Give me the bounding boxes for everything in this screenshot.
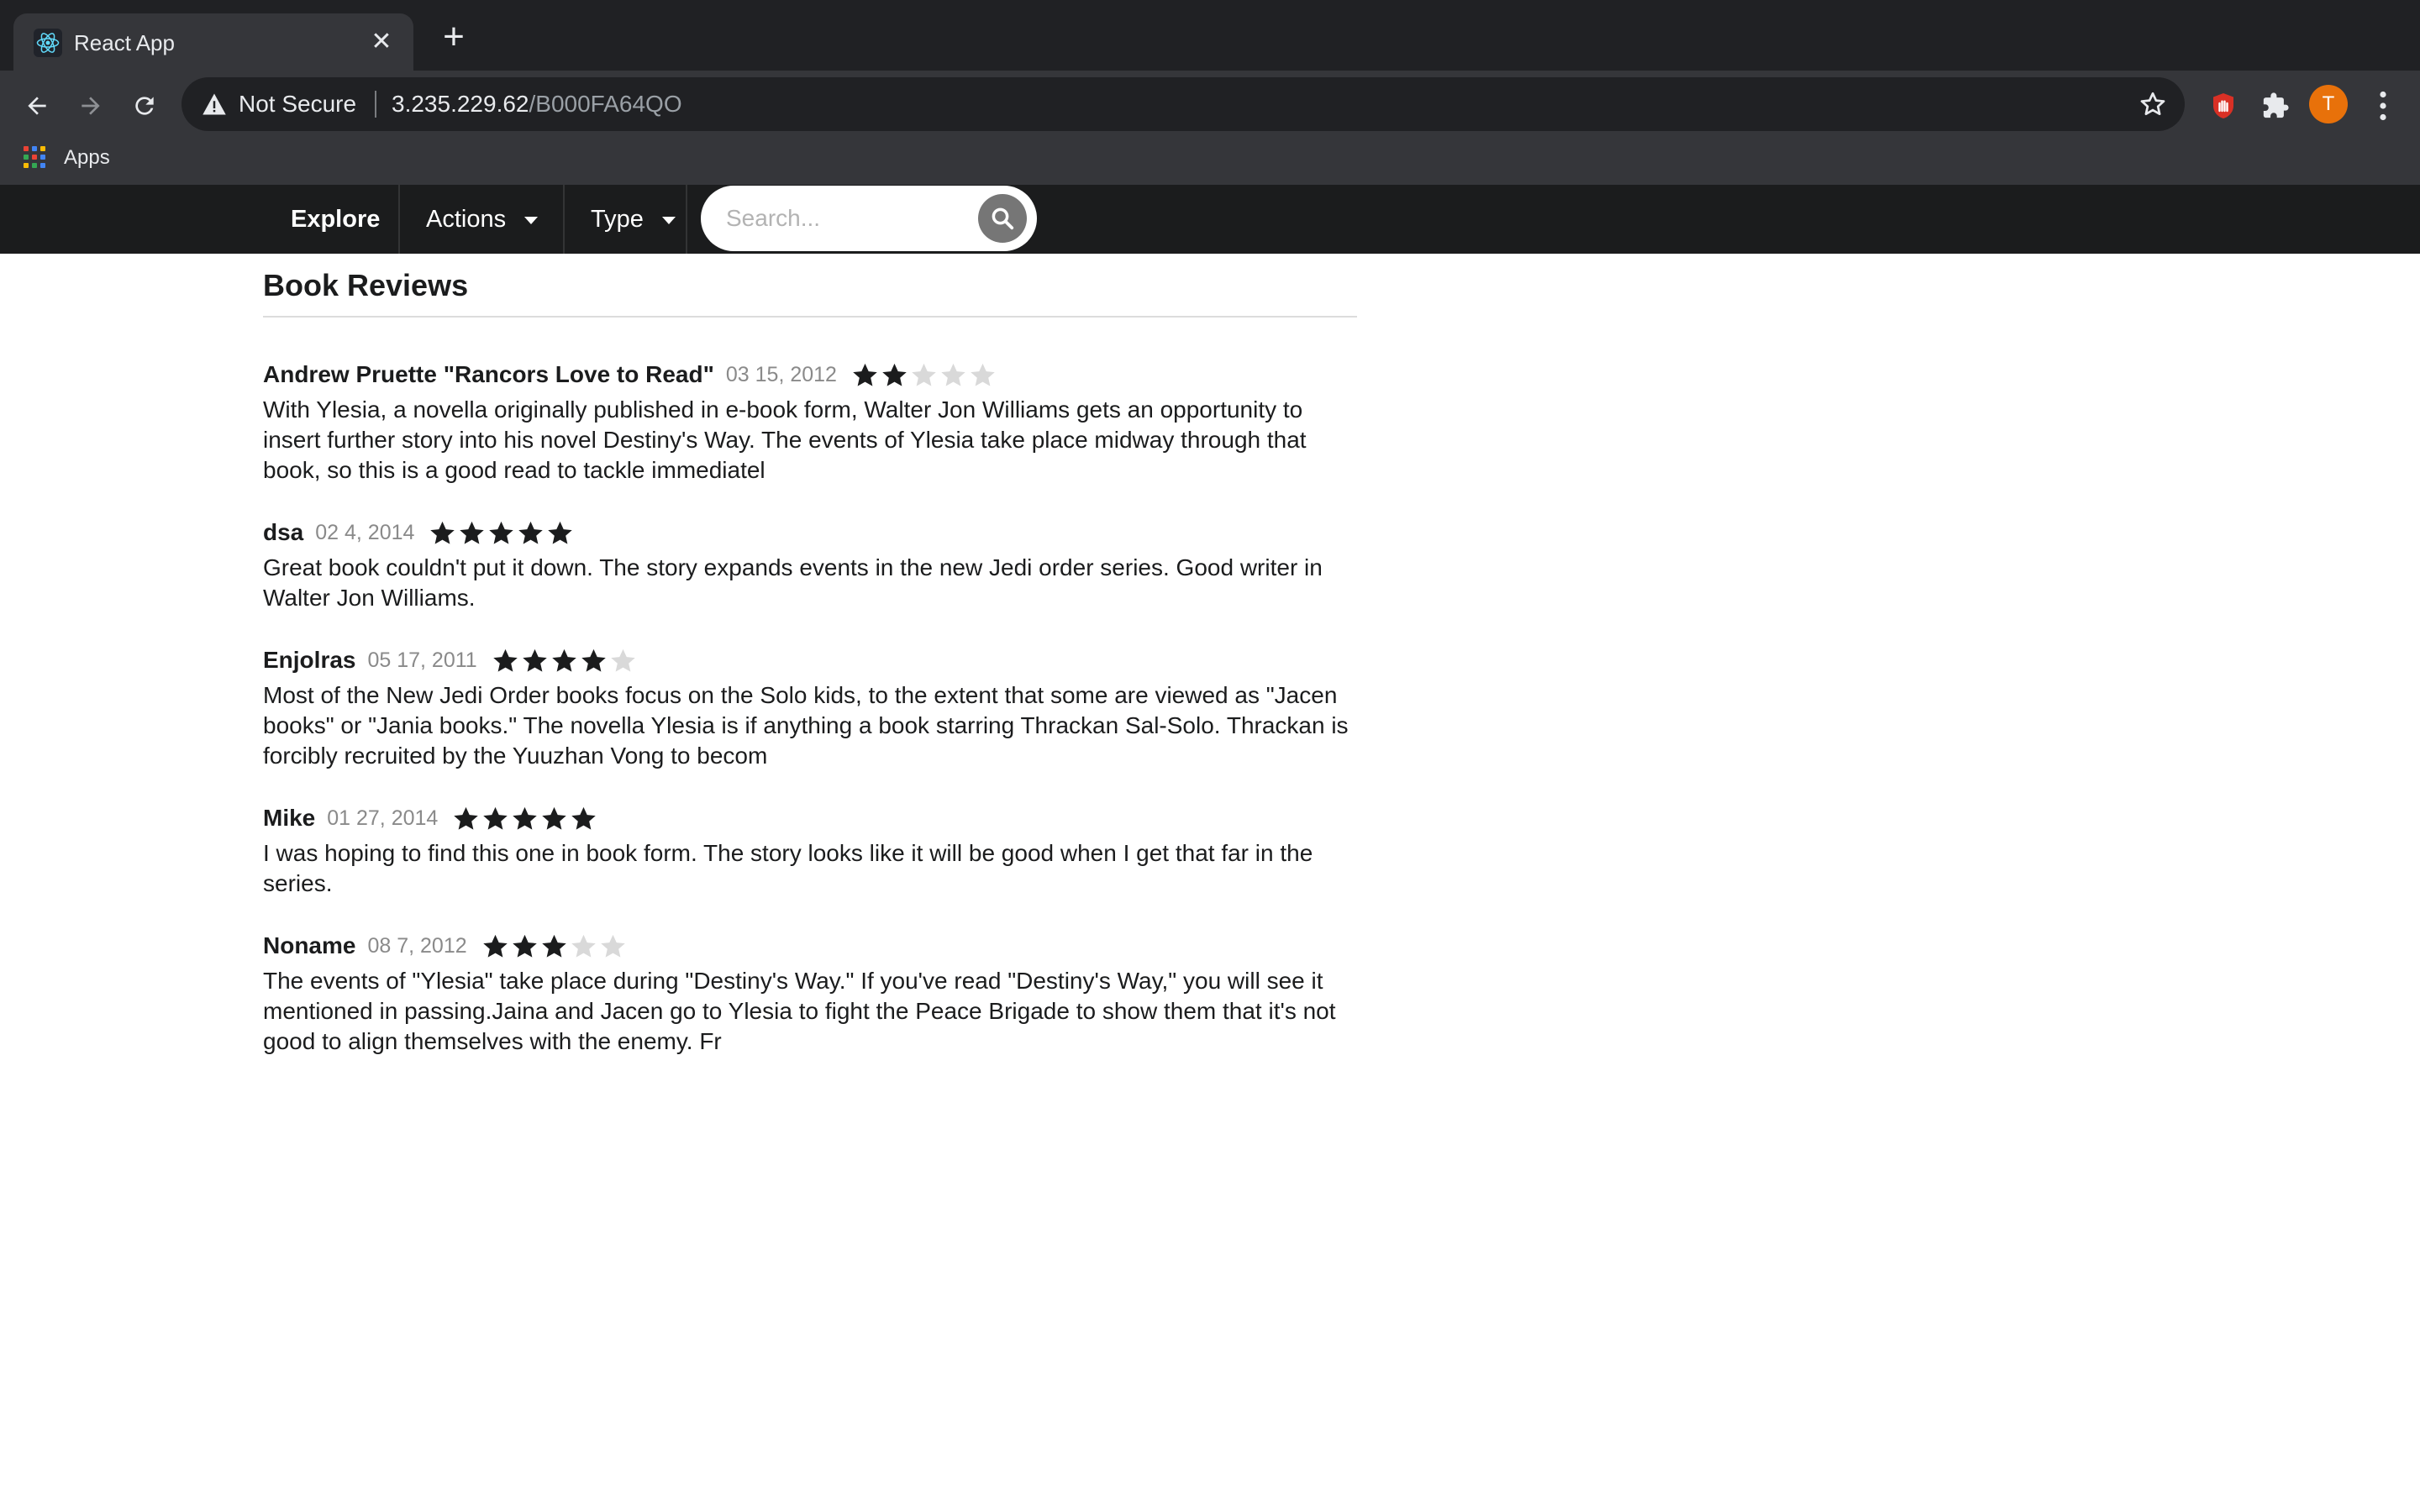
title-divider [263, 316, 1357, 318]
bookmark-star-icon[interactable] [2138, 89, 2168, 119]
page-title: Book Reviews [263, 268, 469, 302]
nav-actions-dropdown[interactable]: Actions [426, 185, 539, 254]
browser-toolbar: Not Secure 3.235.229.62/B000FA64QO T App… [0, 71, 2420, 202]
star-filled-icon [522, 648, 547, 672]
star-rating [850, 361, 997, 388]
star-empty-icon [912, 363, 936, 386]
star-filled-icon [581, 648, 606, 672]
star-filled-icon [518, 521, 544, 544]
tab-title: React App [74, 30, 175, 55]
star-rating [491, 647, 638, 674]
not-secure-label[interactable]: Not Secure [239, 89, 356, 119]
review-date: 03 15, 2012 [725, 362, 837, 386]
extension-hand-icon[interactable] [2203, 86, 2244, 126]
star-filled-icon [460, 521, 485, 544]
nav-divider [686, 185, 687, 254]
extensions-puzzle-icon[interactable] [2255, 86, 2296, 126]
main-content: Book Reviews Andrew Pruette "Rancors Lov… [263, 254, 1357, 1087]
address-bar[interactable]: Not Secure 3.235.229.62/B000FA64QO [182, 77, 2185, 131]
nav-type-dropdown[interactable]: Type [591, 185, 676, 254]
nav-divider [563, 185, 565, 254]
reviewer-name[interactable]: dsa [263, 519, 303, 546]
browser-menu-icon[interactable] [2368, 86, 2398, 126]
url-text[interactable]: 3.235.229.62/B000FA64QO [392, 89, 682, 119]
url-host: 3.235.229.62 [392, 91, 529, 117]
apps-label: Apps [64, 146, 110, 169]
profile-avatar[interactable]: T [2309, 85, 2348, 123]
url-separator [375, 91, 376, 118]
star-empty-icon [600, 934, 625, 958]
star-filled-icon [482, 934, 508, 958]
search-button[interactable] [978, 194, 1027, 243]
reviewer-name[interactable]: Andrew Pruette "Rancors Love to Read" [263, 361, 714, 388]
browser-tabstrip: React App ✕ + [0, 0, 2420, 71]
review-text: The events of "Ylesia" take place during… [263, 968, 1336, 1054]
star-filled-icon [541, 934, 566, 958]
search-input[interactable] [726, 201, 961, 236]
search-icon [992, 207, 1014, 230]
nav-divider [398, 185, 400, 254]
back-arrow-icon[interactable] [13, 82, 60, 129]
review-text: Great book couldn't put it down. The sto… [263, 554, 1323, 611]
search-box [701, 186, 1037, 251]
review-date: 08 7, 2012 [367, 933, 467, 958]
star-empty-icon [571, 934, 596, 958]
review-text: With Ylesia, a novella originally publis… [263, 396, 1307, 483]
warning-icon [203, 93, 226, 115]
nav-type-label: Type [591, 205, 644, 233]
url-path: /B000FA64QO [529, 91, 682, 117]
forward-arrow-icon[interactable] [67, 82, 114, 129]
close-tab-icon[interactable]: ✕ [366, 27, 397, 57]
review-item: Andrew Pruette "Rancors Love to Read" 03… [263, 358, 1357, 486]
star-empty-icon [941, 363, 965, 386]
star-filled-icon [551, 648, 576, 672]
star-filled-icon [513, 806, 538, 830]
nav-explore[interactable]: Explore [291, 185, 380, 254]
star-filled-icon [489, 521, 514, 544]
reviewer-name[interactable]: Mike [263, 805, 315, 832]
review-date: 02 4, 2014 [315, 520, 415, 544]
review-text: Most of the New Jedi Order books focus o… [263, 682, 1349, 769]
review-date: 05 17, 2011 [367, 648, 477, 672]
star-rating [428, 519, 575, 546]
review-list: Andrew Pruette "Rancors Love to Read" 03… [263, 358, 1357, 1057]
star-filled-icon [454, 806, 479, 830]
reviewer-name[interactable]: Noname [263, 932, 355, 959]
reload-icon[interactable] [121, 82, 168, 129]
review-item: Enjolras 05 17, 2011 Most of the New Jed… [263, 643, 1357, 771]
star-filled-icon [548, 521, 573, 544]
review-item: Noname 08 7, 2012 The events of "Ylesia"… [263, 929, 1357, 1057]
caret-down-icon [661, 216, 676, 224]
star-filled-icon [882, 363, 907, 386]
nav-explore-label: Explore [291, 205, 381, 233]
review-date: 01 27, 2014 [327, 806, 439, 830]
star-filled-icon [512, 934, 537, 958]
star-filled-icon [430, 521, 455, 544]
star-rating [451, 805, 598, 832]
star-filled-icon [853, 363, 877, 386]
apps-grid-icon [24, 146, 47, 170]
caret-down-icon [524, 216, 539, 224]
star-filled-icon [492, 648, 518, 672]
star-rating [481, 932, 628, 959]
review-item: dsa 02 4, 2014 Great book couldn't put i… [263, 516, 1357, 613]
browser-tab[interactable]: React App ✕ [13, 13, 413, 71]
nav-actions-label: Actions [426, 205, 507, 233]
app-navbar: Explore Actions Type [0, 185, 2420, 254]
star-filled-icon [542, 806, 567, 830]
review-text: I was hoping to find this one in book fo… [263, 840, 1313, 896]
star-filled-icon [571, 806, 597, 830]
star-empty-icon [610, 648, 635, 672]
review-item: Mike 01 27, 2014 I was hoping to find th… [263, 801, 1357, 899]
star-filled-icon [483, 806, 508, 830]
bookmark-apps[interactable]: Apps [24, 139, 110, 176]
new-tab-icon[interactable]: + [435, 18, 472, 57]
react-logo-icon [34, 29, 62, 57]
star-empty-icon [971, 363, 995, 386]
reviewer-name[interactable]: Enjolras [263, 647, 355, 674]
